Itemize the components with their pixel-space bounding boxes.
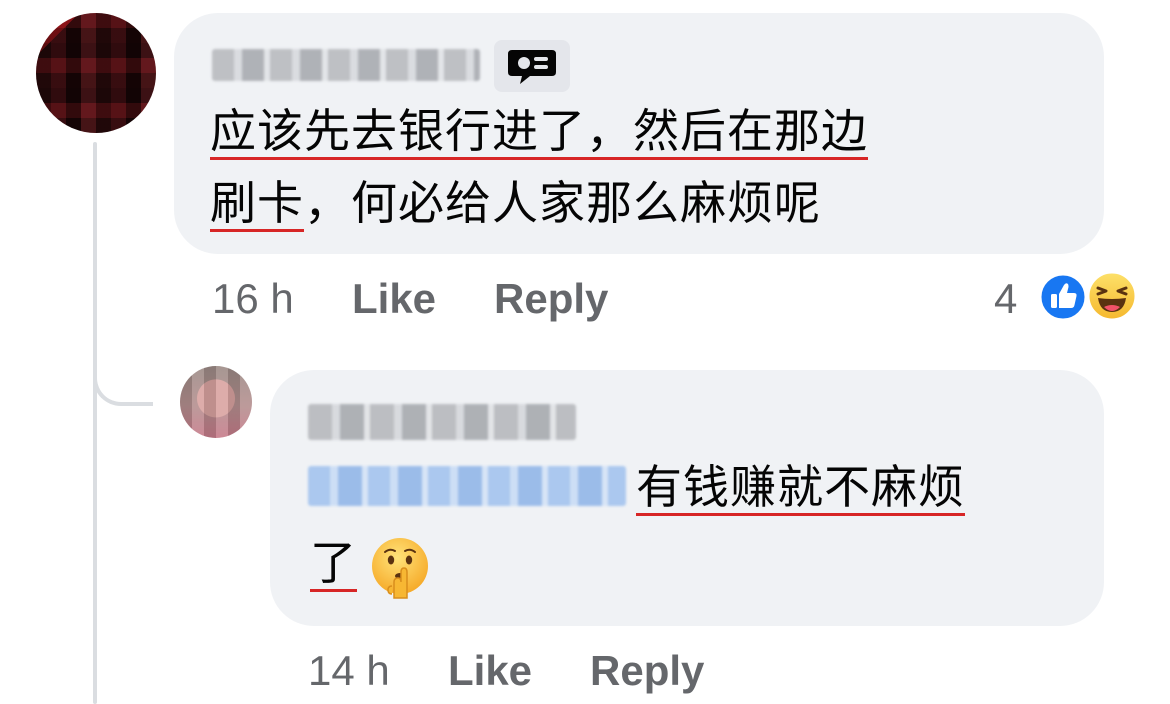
comment-thread: 应该先去银行进了，然后在那边 刷卡，何必给人家那么麻烦呢 16 h Like R… — [0, 0, 1170, 704]
haha-icon — [1086, 270, 1138, 322]
comment-text-underlined: 刷卡 — [210, 176, 304, 230]
comment-text-line: 有钱赚就不麻烦 — [636, 460, 965, 514]
comment-timestamp[interactable]: 16 h — [212, 274, 294, 324]
like-button[interactable]: Like — [448, 646, 532, 696]
mention-tag-redacted[interactable] — [308, 466, 626, 506]
author-name-redacted[interactable] — [212, 49, 480, 81]
thread-connector-line — [93, 142, 97, 704]
comment-timestamp[interactable]: 14 h — [308, 646, 390, 696]
reply-button[interactable]: Reply — [590, 646, 704, 696]
like-icon — [1038, 272, 1088, 322]
top-fan-badge — [494, 40, 570, 92]
comment-text-rest: ，何必给人家那么麻烦呢 — [304, 176, 821, 230]
avatar[interactable] — [180, 366, 252, 438]
reaction-count[interactable]: 4 — [994, 274, 1017, 324]
reply-button[interactable]: Reply — [494, 274, 608, 324]
reply-connector-curve — [93, 330, 153, 406]
chat-badge-icon — [508, 50, 556, 84]
comment-text-line: 了 — [310, 536, 357, 590]
comment-text-line: 刷卡，何必给人家那么麻烦呢 — [210, 168, 821, 238]
author-name-redacted[interactable] — [308, 404, 576, 440]
like-button[interactable]: Like — [352, 274, 436, 324]
shushing-face-icon — [372, 538, 428, 599]
avatar[interactable] — [36, 13, 156, 133]
comment-text-line: 应该先去银行进了，然后在那边 — [210, 104, 868, 158]
